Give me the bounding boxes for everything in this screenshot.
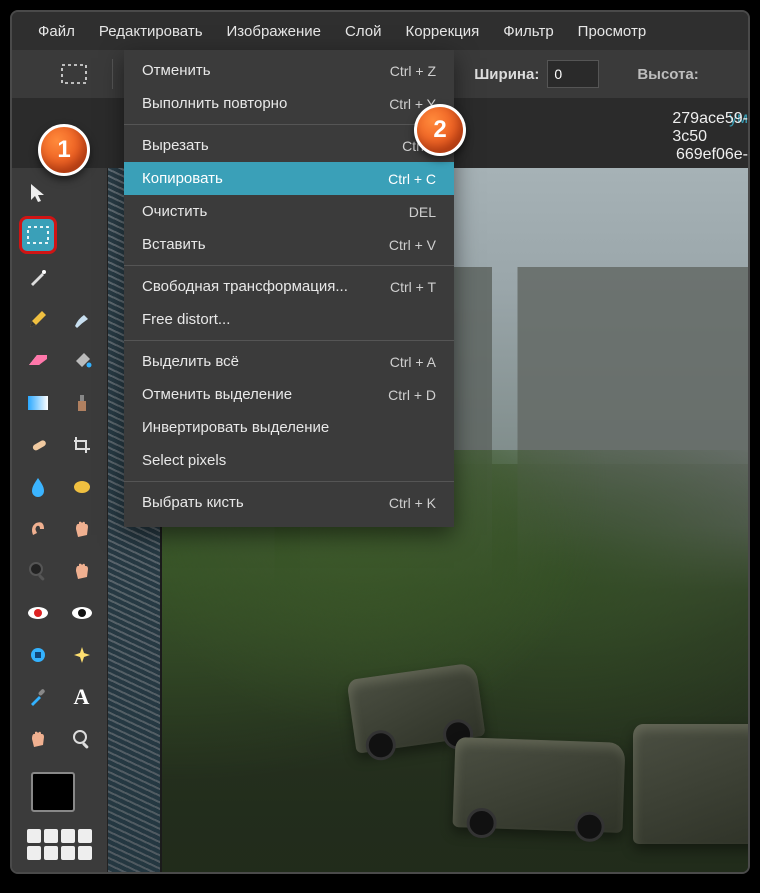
- menuitem-select-pixels[interactable]: Select pixels: [124, 444, 454, 477]
- menuitem-deselect[interactable]: Отменить выделение Ctrl + D: [124, 378, 454, 411]
- eraser-tool-icon[interactable]: [21, 344, 55, 378]
- canvas-car-1: [452, 737, 625, 833]
- eye-tool-icon[interactable]: [65, 596, 99, 630]
- menuitem-label: Выполнить повторно: [142, 95, 287, 112]
- menu-adjust[interactable]: Коррекция: [396, 17, 490, 46]
- menuitem-shortcut: Ctrl + T: [390, 279, 436, 295]
- menuitem-select-all[interactable]: Выделить всё Ctrl + A: [124, 345, 454, 378]
- menuitem-label: Очистить: [142, 203, 207, 220]
- menuitem-shortcut: Ctrl + V: [389, 237, 436, 253]
- eyedropper-tool-icon[interactable]: [21, 680, 55, 714]
- menuitem-invert-selection[interactable]: Инвертировать выделение: [124, 411, 454, 444]
- foreground-color[interactable]: [31, 772, 75, 812]
- menu-separator: [124, 124, 454, 125]
- menu-filter[interactable]: Фильтр: [493, 17, 563, 46]
- height-label: Высота:: [637, 66, 698, 83]
- menuitem-label: Инвертировать выделение: [142, 419, 329, 436]
- separator: [112, 59, 113, 89]
- crop-tool-icon[interactable]: [65, 428, 99, 462]
- hand-tool-icon[interactable]: [65, 554, 99, 588]
- menuitem-free-transform[interactable]: Свободная трансформация... Ctrl + T: [124, 270, 454, 303]
- hand-alt-tool-icon[interactable]: [65, 512, 99, 546]
- menuitem-label: Вставить: [142, 236, 206, 253]
- canvas-car-3: [633, 724, 748, 844]
- menuitem-shortcut: Ctrl + A: [390, 354, 436, 370]
- bucket-tool-icon[interactable]: [65, 344, 99, 378]
- app-frame: Файл Редактировать Изображение Слой Корр…: [10, 10, 750, 874]
- menuitem-label: Отменить: [142, 62, 211, 79]
- menuitem-shortcut: Ctrl + K: [389, 495, 436, 511]
- width-label: Ширина:: [474, 66, 539, 83]
- sponge-tool-icon[interactable]: [65, 470, 99, 504]
- menuitem-label: Копировать: [142, 170, 223, 187]
- menu-edit[interactable]: Редактировать: [89, 17, 213, 46]
- toolbox: A: [12, 168, 108, 872]
- menuitem-clear[interactable]: Очистить DEL: [124, 195, 454, 228]
- menuitem-shortcut: Ctrl + Z: [390, 63, 436, 79]
- blur-tool-icon[interactable]: [21, 470, 55, 504]
- color-swatch[interactable]: [31, 772, 89, 819]
- move-hand-tool-icon[interactable]: [21, 722, 55, 756]
- menuitem-label: Выбрать кисть: [142, 494, 244, 511]
- menuitem-label: Отменить выделение: [142, 386, 292, 403]
- menuitem-undo[interactable]: Отменить Ctrl + Z: [124, 54, 454, 87]
- menuitem-free-distort[interactable]: Free distort...: [124, 303, 454, 336]
- menu-separator: [124, 265, 454, 266]
- menuitem-paste[interactable]: Вставить Ctrl + V: [124, 228, 454, 261]
- document-tab-1[interactable]: ум 279ace59-3c50: [719, 102, 748, 136]
- menu-separator: [124, 340, 454, 341]
- menuitem-shortcut: Ctrl + D: [388, 387, 436, 403]
- menuitem-shortcut: Ctrl + C: [388, 171, 436, 187]
- document-tab-2[interactable]: 669ef06e-: [666, 138, 748, 172]
- menubar: Файл Редактировать Изображение Слой Корр…: [12, 12, 748, 50]
- smudge-tool-icon[interactable]: [21, 512, 55, 546]
- brush-tool-icon[interactable]: [65, 302, 99, 336]
- menu-layer[interactable]: Слой: [335, 17, 391, 46]
- zoom-tool-icon[interactable]: [65, 722, 99, 756]
- menuitem-label: Select pixels: [142, 452, 226, 469]
- swatch-palette[interactable]: [27, 829, 92, 860]
- clone-tool-icon[interactable]: [65, 386, 99, 420]
- tab2-label: 669ef06e-: [676, 146, 748, 163]
- menuitem-label: Free distort...: [142, 311, 230, 328]
- width-input[interactable]: [547, 60, 599, 88]
- active-tool-indicator: [52, 55, 96, 93]
- redeye-tool-icon[interactable]: [21, 596, 55, 630]
- menuitem-redo[interactable]: Выполнить повторно Ctrl + Y: [124, 87, 454, 120]
- menuitem-pick-brush[interactable]: Выбрать кисть Ctrl + K: [124, 486, 454, 519]
- zoom-dark-tool-icon[interactable]: [21, 554, 55, 588]
- wand-tool-icon[interactable]: [21, 260, 55, 294]
- gradient-tool-icon[interactable]: [21, 386, 55, 420]
- menuitem-shortcut: DEL: [409, 204, 436, 220]
- menu-separator: [124, 481, 454, 482]
- heal-tool-icon[interactable]: [21, 428, 55, 462]
- menu-file[interactable]: Файл: [28, 17, 85, 46]
- annotation-callout-2: 2: [414, 104, 466, 156]
- shape-tool-icon[interactable]: [21, 638, 55, 672]
- sparkle-tool-icon[interactable]: [65, 638, 99, 672]
- menuitem-copy[interactable]: Копировать Ctrl + C: [124, 162, 454, 195]
- menu-view[interactable]: Просмотр: [568, 17, 657, 46]
- menu-image[interactable]: Изображение: [217, 17, 332, 46]
- text-tool-icon[interactable]: A: [65, 680, 99, 714]
- marquee-tool-icon[interactable]: [21, 218, 55, 252]
- edit-menu-dropdown: Отменить Ctrl + Z Выполнить повторно Ctr…: [124, 50, 454, 527]
- pencil-tool-icon[interactable]: [21, 302, 55, 336]
- annotation-callout-1: 1: [38, 124, 90, 176]
- menuitem-label: Свободная трансформация...: [142, 278, 348, 295]
- pointer-tool-icon[interactable]: [21, 176, 55, 210]
- menuitem-label: Выделить всё: [142, 353, 239, 370]
- menuitem-label: Вырезать: [142, 137, 209, 154]
- width-control: Ширина:: [474, 60, 599, 88]
- menuitem-cut[interactable]: Вырезать Ctrl +: [124, 129, 454, 162]
